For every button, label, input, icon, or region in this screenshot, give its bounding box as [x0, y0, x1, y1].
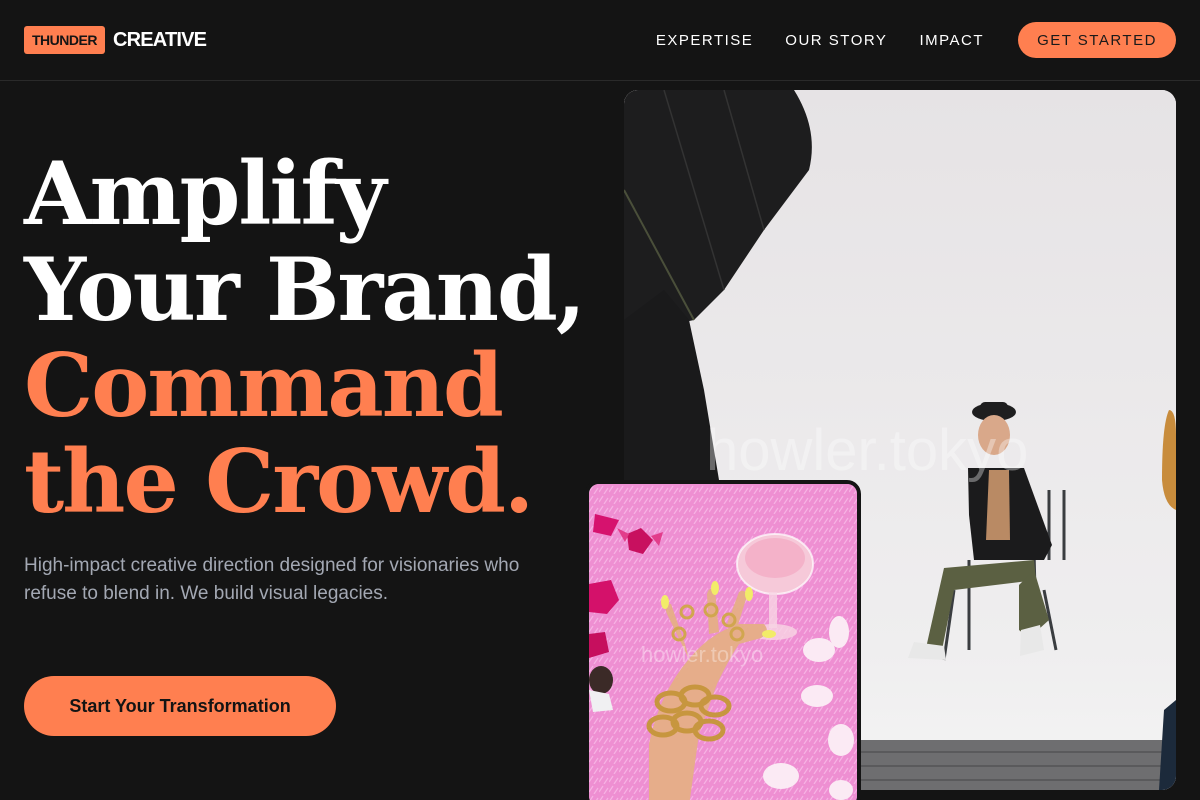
- site-header: THUNDER CREATIVE EXPERTISE OUR STORY IMP…: [0, 0, 1200, 81]
- logo[interactable]: THUNDER CREATIVE: [24, 26, 207, 54]
- hero-headline: Amplify Your Brand, Command the Crowd.: [24, 146, 604, 530]
- headline-line-3: Command: [24, 334, 504, 437]
- main-nav: EXPERTISE OUR STORY IMPACT GET STARTED: [624, 22, 1176, 58]
- headline-line-2: Your Brand,: [24, 238, 586, 341]
- headline-line-4: the Crowd.: [24, 430, 534, 533]
- logo-badge: THUNDER: [24, 26, 105, 54]
- hero-subtitle: High-impact creative direction designed …: [24, 555, 520, 604]
- pink-flatlay-illustration: howler.tokyo: [589, 484, 857, 800]
- hero-secondary-image: howler.tokyo: [585, 480, 861, 800]
- headline-line-1: Amplify: [24, 142, 386, 245]
- nav-link-expertise[interactable]: EXPERTISE: [656, 32, 753, 49]
- nav-link-our-story[interactable]: OUR STORY: [785, 32, 887, 49]
- nav-link-impact[interactable]: IMPACT: [919, 32, 984, 49]
- start-transformation-button[interactable]: Start Your Transformation: [24, 676, 336, 736]
- logo-wordmark: CREATIVE: [112, 28, 207, 51]
- get-started-button[interactable]: GET STARTED: [1018, 22, 1176, 58]
- small-image-watermark: howler.tokyo: [641, 642, 763, 667]
- main-image-watermark: howler.tokyo: [706, 418, 1028, 483]
